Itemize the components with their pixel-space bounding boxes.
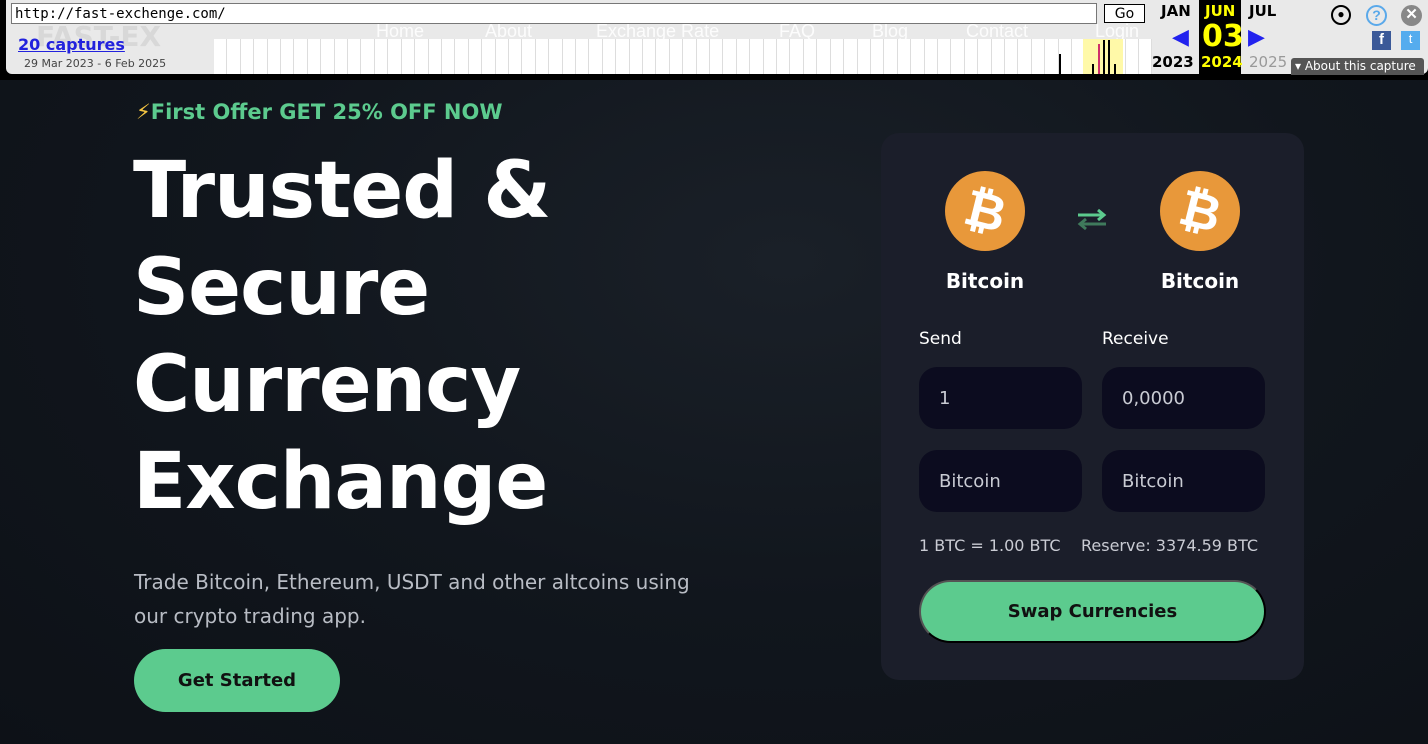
to-currency-name: Bitcoin	[1160, 269, 1240, 293]
receive-amount-input[interactable]: 0,0000	[1102, 367, 1265, 429]
wayback-url-input[interactable]	[11, 3, 1097, 24]
hero-title-line: Currency	[133, 340, 521, 430]
capture-range: 29 Mar 2023 - 6 Feb 2025	[24, 57, 167, 70]
send-currency-select[interactable]: Bitcoin	[919, 450, 1082, 512]
from-currency-name: Bitcoin	[945, 269, 1025, 293]
capture-sparkline[interactable]	[214, 39, 1153, 74]
hero-title-line: Secure	[133, 243, 430, 333]
lightning-icon: ⚡	[136, 100, 151, 124]
help-icon[interactable]: ?	[1366, 5, 1387, 26]
bitcoin-icon[interactable]: ₿	[945, 171, 1025, 251]
prev-arrow-icon[interactable]: ◀	[1172, 24, 1189, 50]
exchange-rate: 1 BTC = 1.00 BTC	[919, 536, 1061, 555]
offer-text: First Offer GET 25% OFF NOW	[150, 100, 503, 124]
swap-arrows-icon[interactable]	[1076, 207, 1108, 231]
about-capture-label: About this capture	[1304, 59, 1416, 73]
receive-currency-select[interactable]: Bitcoin	[1102, 450, 1265, 512]
exchange-card: ₿ ₿ Bitcoin Bitcoin Send Receive 1 0,000…	[881, 133, 1304, 680]
account-icon[interactable]: ●	[1331, 5, 1351, 25]
hero-title-line: Trusted &	[133, 146, 551, 236]
day-current: 03	[1202, 19, 1244, 54]
reserve-amount: Reserve: 3374.59 BTC	[1081, 536, 1259, 555]
wayback-toolbar: FAST-EX Home About Exchange Rate FAQ Blo…	[0, 0, 1428, 80]
month-current: JUN	[1205, 2, 1236, 20]
get-started-button[interactable]: Get Started	[134, 649, 340, 712]
facebook-icon[interactable]: f	[1372, 31, 1391, 50]
bitcoin-icon[interactable]: ₿	[1160, 171, 1240, 251]
twitter-icon[interactable]: t	[1401, 31, 1420, 50]
year-next: 2025	[1249, 53, 1288, 71]
about-capture-button[interactable]: ▾ About this capture	[1291, 58, 1424, 75]
offer-banner: ⚡First Offer GET 25% OFF NOW	[136, 100, 503, 124]
year-current: 2024	[1201, 53, 1243, 71]
captures-link[interactable]: 20 captures	[18, 35, 125, 54]
send-amount-input[interactable]: 1	[919, 367, 1082, 429]
hero-title-line: Exchange	[133, 437, 548, 527]
month-prev[interactable]: JAN	[1161, 2, 1191, 20]
year-prev[interactable]: 2023	[1152, 53, 1194, 71]
hero-title: Trusted & Secure Currency Exchange	[133, 143, 551, 531]
close-icon[interactable]: ✕	[1401, 5, 1422, 26]
month-next[interactable]: JUL	[1249, 2, 1276, 20]
receive-label: Receive	[1102, 329, 1169, 349]
next-arrow-icon[interactable]: ▶	[1248, 24, 1265, 50]
go-button[interactable]: Go	[1104, 4, 1145, 23]
swap-currencies-button[interactable]: Swap Currencies	[919, 580, 1266, 643]
hero-subtitle: Trade Bitcoin, Ethereum, USDT and other …	[134, 570, 690, 628]
send-label: Send	[919, 329, 962, 349]
